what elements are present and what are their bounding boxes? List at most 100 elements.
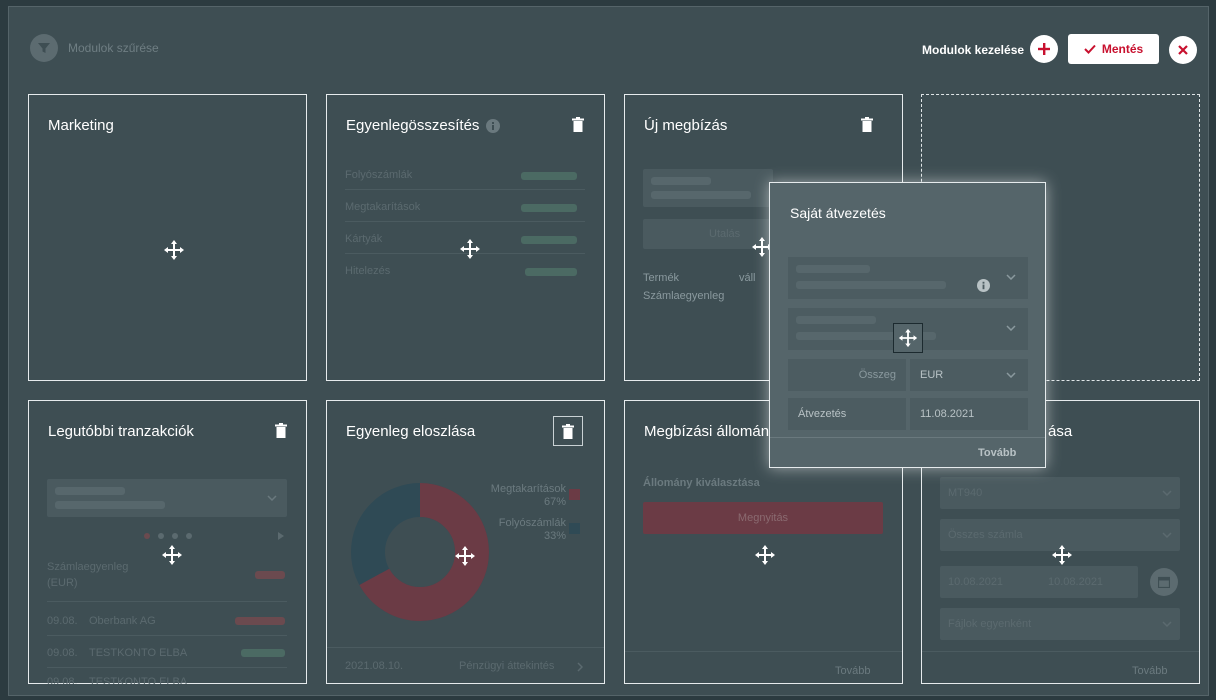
account-select[interactable]: [643, 169, 773, 207]
trash-icon[interactable]: [572, 117, 584, 132]
legend-swatch: [569, 523, 580, 534]
files-value: Fájlok egyenként: [948, 618, 1032, 630]
select-label: Állomány kiválasztása: [643, 477, 760, 489]
more-link[interactable]: Tovább: [835, 665, 870, 677]
account-select[interactable]: [47, 479, 287, 517]
chevron-down-icon: [1162, 621, 1172, 627]
calendar-icon: [1158, 576, 1170, 588]
chevron-right-icon[interactable]: [577, 662, 583, 672]
legend-swatch: [569, 489, 580, 500]
divider: [770, 437, 1045, 438]
move-icon[interactable]: [458, 237, 482, 261]
open-button-label: Megnyitás: [737, 512, 789, 524]
popup-title: Saját átvezetés: [790, 205, 886, 221]
card-title: Megbízási állomány: [644, 423, 777, 440]
card-recent-transactions[interactable]: Legutóbbi tranzakciók Számlaegyenleg (EU…: [28, 400, 307, 684]
save-label: Mentés: [1101, 42, 1144, 56]
card-balance-distribution[interactable]: Egyenleg eloszlása Megtakarítások 67% Fo…: [326, 400, 605, 684]
transfer-date: 11.08.2021: [920, 408, 975, 420]
drag-handle[interactable]: [893, 323, 923, 353]
date-range-input[interactable]: 10.08.2021 10.08.2021: [940, 566, 1138, 598]
trash-icon[interactable]: [275, 423, 287, 438]
account-name: [651, 177, 711, 185]
calendar-button[interactable]: [1150, 568, 1178, 596]
transaction-amount: [235, 617, 285, 625]
account-name: [796, 316, 876, 324]
currency-value: EUR: [920, 369, 944, 381]
legend-label: Megtakarítások: [490, 483, 566, 495]
next-link[interactable]: Tovább: [978, 447, 1016, 459]
transaction-name: Oberbank AG: [89, 615, 156, 627]
date-to: 10.08.2021: [1048, 576, 1104, 588]
trash-icon[interactable]: [861, 117, 873, 132]
divider: [922, 651, 1199, 652]
save-button[interactable]: Mentés: [1068, 34, 1159, 64]
legend-item: Folyószámlák 33%: [499, 517, 566, 543]
currency-select[interactable]: EUR: [910, 359, 1028, 391]
close-button[interactable]: [1169, 36, 1197, 64]
files-select[interactable]: Fájlok egyenként: [940, 608, 1180, 640]
dragged-module-own-transfer[interactable]: Saját átvezetés Összeg EUR Átvezetés 11.…: [769, 182, 1046, 468]
product-label: Termék: [643, 272, 680, 284]
transfer-date-input[interactable]: 11.08.2021: [910, 398, 1028, 430]
close-icon: [1178, 45, 1188, 55]
account-number: [651, 191, 751, 199]
overview-link[interactable]: Pénzügyi áttekintés: [459, 660, 554, 672]
chevron-down-icon: [267, 495, 277, 501]
info-icon[interactable]: [977, 279, 990, 292]
format-select[interactable]: MT940: [940, 477, 1180, 509]
amount-input[interactable]: Összeg: [788, 359, 906, 391]
transfer-type-field: Átvezetés: [788, 398, 906, 430]
legend-label: Folyószámlák: [498, 517, 566, 529]
transaction-name: TESTKONTO ELBA: [89, 647, 188, 659]
row-label: Kártyák: [345, 233, 383, 245]
filter-label: Modulok szűrése: [68, 41, 159, 55]
legend-item: Megtakarítások 67%: [491, 483, 566, 509]
account-name: [796, 265, 870, 273]
card-title: Egyenleg eloszlása: [346, 423, 476, 440]
filter-icon: [38, 43, 50, 53]
transfer-label: Átvezetés: [798, 408, 847, 420]
divider: [47, 667, 287, 668]
manage-modules-label: Modulok kezelése: [922, 43, 1025, 57]
account-number: [55, 501, 165, 509]
more-link[interactable]: Tovább: [1132, 665, 1167, 677]
next-arrow-icon[interactable]: [277, 531, 285, 541]
card-title: Legutóbbi tranzakciók: [48, 423, 194, 440]
move-icon[interactable]: [753, 543, 777, 567]
transaction-date: 09.08.: [47, 676, 78, 684]
move-icon[interactable]: [160, 543, 184, 567]
divider: [47, 635, 287, 636]
transaction-date: 09.08.: [47, 615, 78, 627]
card-marketing[interactable]: Marketing: [28, 94, 307, 381]
legend-value: 33%: [543, 530, 566, 542]
balance-currency: (EUR): [47, 577, 78, 589]
delete-button[interactable]: [553, 416, 583, 446]
check-icon: [1084, 44, 1096, 54]
plus-icon: [1038, 43, 1050, 55]
date-label: 2021.08.10.: [345, 660, 404, 672]
card-balance-summary[interactable]: Egyenlegösszesítés Folyószámlák Megtakar…: [326, 94, 605, 381]
row-label: Folyószámlák: [345, 169, 413, 181]
chevron-down-icon: [1162, 532, 1172, 538]
move-icon[interactable]: [453, 544, 477, 568]
divider: [327, 647, 604, 648]
move-icon[interactable]: [162, 238, 186, 262]
move-icon[interactable]: [1050, 543, 1074, 567]
account-name: [55, 487, 125, 495]
chevron-down-icon: [1006, 325, 1016, 331]
divider: [47, 601, 287, 602]
add-module-button[interactable]: [1030, 35, 1058, 63]
card-title: Egyenlegösszesítés: [346, 117, 480, 134]
pagination-dots[interactable]: [143, 532, 203, 540]
info-icon[interactable]: [486, 119, 500, 133]
card-title: Marketing: [48, 117, 114, 134]
chevron-down-icon: [1006, 372, 1016, 378]
chevron-down-icon: [1162, 490, 1172, 496]
transaction-name: TESTKONTO ELBA: [89, 676, 188, 684]
balance-label: Számlaegyenleg: [47, 561, 129, 573]
source-account-select[interactable]: [788, 257, 1028, 299]
filter-button[interactable]: [30, 34, 58, 62]
open-button[interactable]: Megnyitás: [643, 502, 883, 534]
legend-value: 67%: [543, 496, 566, 508]
